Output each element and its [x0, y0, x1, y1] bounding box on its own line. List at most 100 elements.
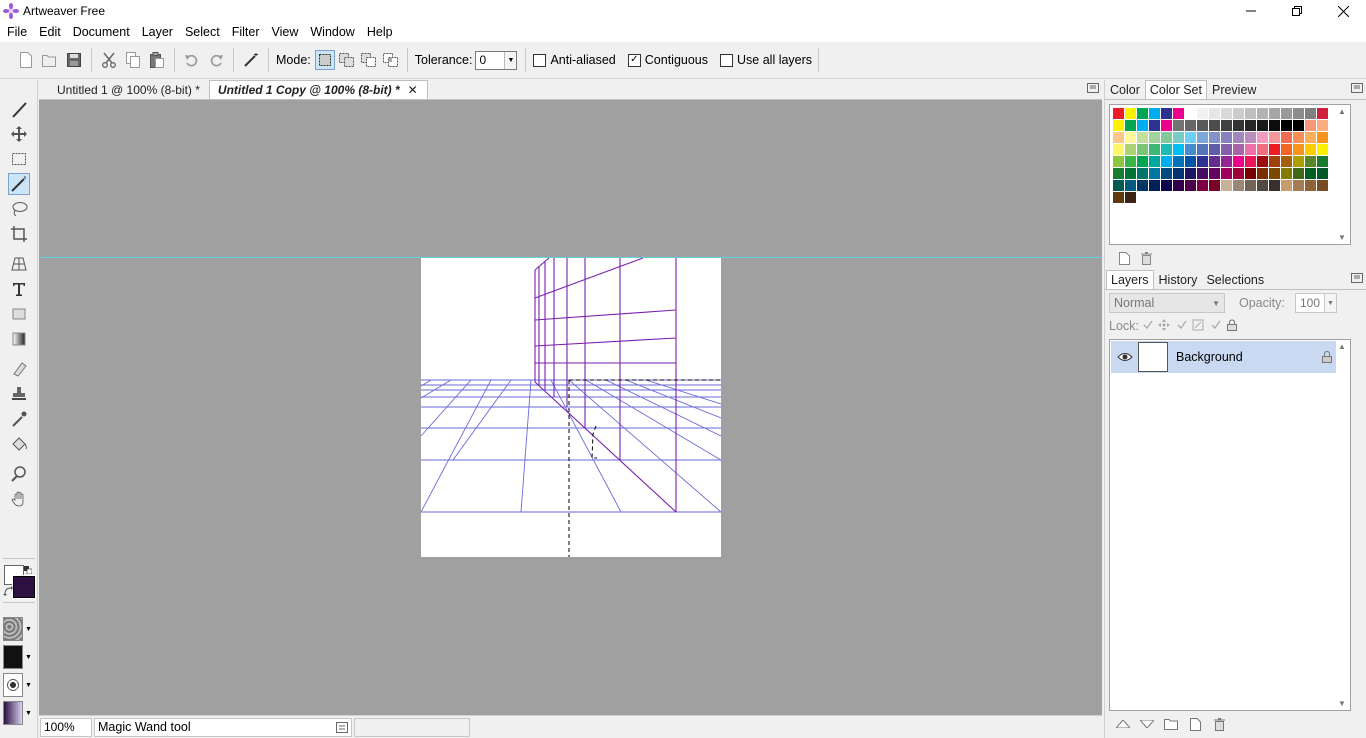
color-swatch[interactable] [1209, 144, 1220, 155]
open-button[interactable] [41, 51, 59, 69]
color-swatch[interactable] [1137, 144, 1148, 155]
color-swatch[interactable] [1137, 108, 1148, 119]
delete-layer-button[interactable] [1211, 717, 1227, 731]
color-swatch[interactable] [1305, 120, 1316, 131]
color-swatch[interactable] [1221, 168, 1232, 179]
brush-preset-1[interactable]: ▼ [3, 617, 35, 641]
color-swatch[interactable] [1281, 120, 1292, 131]
color-swatch[interactable] [1281, 132, 1292, 143]
color-swatch[interactable] [1185, 144, 1196, 155]
anti-aliased-checkbox-box[interactable] [533, 53, 547, 67]
color-swatch[interactable] [1269, 156, 1280, 167]
color-swatch[interactable] [1257, 132, 1268, 143]
color-swatch[interactable] [1221, 108, 1232, 119]
color-swatch[interactable] [1233, 120, 1244, 131]
color-swatch[interactable] [1125, 192, 1136, 203]
color-swatch[interactable] [1125, 144, 1136, 155]
panel-menu-icon[interactable] [1351, 83, 1363, 93]
color-swatch[interactable] [1113, 180, 1124, 191]
color-swatch[interactable] [1161, 108, 1172, 119]
color-swatch[interactable] [1209, 132, 1220, 143]
color-swatch[interactable] [1245, 156, 1256, 167]
menu-edit[interactable]: Edit [34, 25, 66, 39]
color-swatch[interactable] [1221, 120, 1232, 131]
mode-new-selection-button[interactable] [314, 50, 335, 70]
tab-preview[interactable]: Preview [1208, 80, 1260, 99]
image-canvas[interactable] [420, 257, 722, 557]
copy-button[interactable] [124, 51, 142, 69]
color-swatch[interactable] [1113, 168, 1124, 179]
chevron-down-icon[interactable]: ▼ [25, 626, 32, 633]
blend-mode-select[interactable]: Normal ▼ [1109, 293, 1225, 313]
color-swatch[interactable] [1137, 180, 1148, 191]
color-swatch[interactable] [1257, 144, 1268, 155]
opacity-input[interactable]: 100 ▼ [1295, 293, 1337, 313]
color-swatch[interactable] [1173, 108, 1184, 119]
contiguous-checkbox[interactable]: ✓ Contiguous [627, 53, 708, 67]
color-swatch[interactable] [1305, 108, 1316, 119]
color-swatch[interactable] [1233, 168, 1244, 179]
layer-visibility-toggle[interactable] [1115, 352, 1135, 362]
color-swatch[interactable] [1317, 120, 1328, 131]
new-swatch-button[interactable] [1117, 251, 1131, 265]
color-swatch[interactable] [1173, 120, 1184, 131]
mode-subtract-selection-button[interactable] [359, 50, 379, 70]
color-swatch[interactable] [1245, 180, 1256, 191]
tab-color[interactable]: Color [1106, 80, 1144, 99]
color-swatch[interactable] [1137, 120, 1148, 131]
shape-tool[interactable] [8, 303, 30, 325]
status-options-icon[interactable] [336, 721, 348, 733]
color-swatch[interactable] [1281, 108, 1292, 119]
color-swatch[interactable] [1281, 180, 1292, 191]
color-swatch[interactable] [1173, 156, 1184, 167]
color-swatch[interactable] [1245, 132, 1256, 143]
color-swatch[interactable] [1245, 168, 1256, 179]
color-swatch[interactable] [1269, 108, 1280, 119]
panel-menu-icon[interactable] [1087, 83, 1099, 93]
anti-aliased-checkbox[interactable]: Anti-aliased [533, 53, 616, 67]
color-swatch[interactable] [1185, 108, 1196, 119]
color-swatch[interactable] [1281, 168, 1292, 179]
color-swatch[interactable] [1317, 108, 1328, 119]
layers-scrollbar[interactable]: ▲ ▼ [1336, 340, 1350, 710]
color-swatch[interactable] [1113, 108, 1124, 119]
color-swatch[interactable] [1113, 144, 1124, 155]
magic-wand-tool[interactable] [8, 173, 30, 195]
color-swatch[interactable] [1293, 108, 1304, 119]
color-swatch[interactable] [1173, 180, 1184, 191]
close-tab-icon[interactable]: ✕ [408, 83, 418, 97]
move-layer-up-button[interactable] [1115, 717, 1131, 731]
mode-add-selection-button[interactable] [337, 50, 357, 70]
use-all-layers-checkbox[interactable]: Use all layers [720, 53, 812, 67]
lock-position-toggle[interactable] [1157, 318, 1171, 332]
chevron-down-icon[interactable]: ▼ [25, 654, 32, 661]
foreground-color-swatch[interactable] [12, 575, 36, 599]
color-swatch[interactable] [1125, 168, 1136, 179]
color-swatch[interactable] [1113, 132, 1124, 143]
color-swatch[interactable] [1269, 132, 1280, 143]
color-swatch[interactable] [1257, 120, 1268, 131]
color-swatch[interactable] [1293, 144, 1304, 155]
scroll-up-icon[interactable]: ▲ [1338, 342, 1346, 351]
color-swatch[interactable] [1245, 120, 1256, 131]
color-swatch[interactable] [1161, 180, 1172, 191]
scroll-down-icon[interactable]: ▼ [1338, 233, 1346, 242]
swatch-scrollbar[interactable]: ▲ ▼ [1336, 105, 1350, 244]
minimize-button[interactable] [1228, 0, 1274, 22]
restore-button[interactable] [1274, 0, 1320, 22]
tab-untitled-1[interactable]: Untitled 1 @ 100% (8-bit) * [39, 80, 209, 99]
color-swatch[interactable] [1125, 120, 1136, 131]
menu-view[interactable]: View [267, 25, 304, 39]
color-swatch[interactable] [1305, 168, 1316, 179]
color-swatch[interactable] [1269, 168, 1280, 179]
menu-window[interactable]: Window [305, 25, 359, 39]
undo-button[interactable] [183, 51, 201, 69]
color-swatch[interactable] [1161, 156, 1172, 167]
reset-colors-icon[interactable] [24, 566, 32, 574]
color-swatch[interactable] [1317, 156, 1328, 167]
color-swatch[interactable] [1293, 180, 1304, 191]
clone-stamp-tool[interactable] [8, 383, 30, 405]
color-swatch[interactable] [1161, 144, 1172, 155]
color-swatch[interactable] [1197, 180, 1208, 191]
gradient-tool[interactable] [8, 328, 30, 350]
